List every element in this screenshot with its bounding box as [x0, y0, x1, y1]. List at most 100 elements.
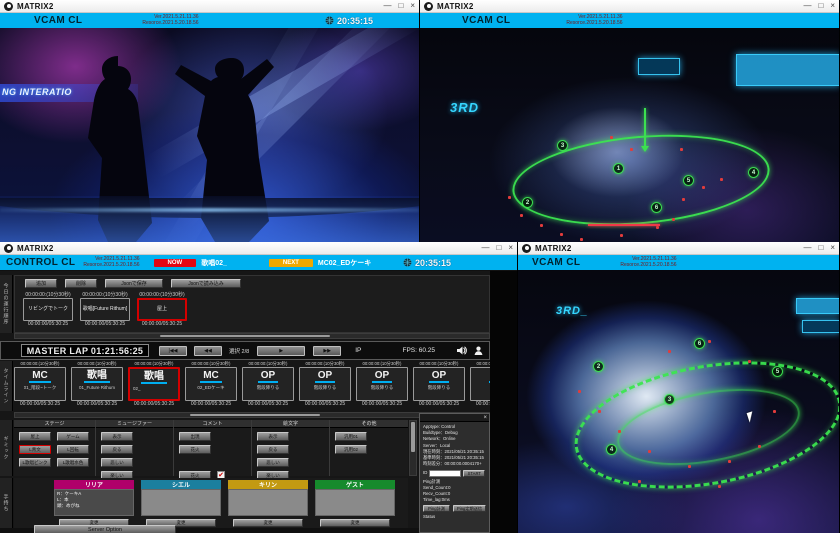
timeline-item-button[interactable]: C	[470, 367, 490, 401]
titlebar[interactable]: MATRIX2 — □ ×	[420, 0, 839, 13]
timeline-side-label: タイムライン	[0, 361, 13, 411]
maximize-button[interactable]: □	[496, 244, 501, 252]
gimmick-button-active[interactable]: L青文	[19, 445, 51, 454]
gimmick-button[interactable]: L歌唱ピンク	[19, 458, 51, 467]
schedule-load-json-button[interactable]: Jsonで読み込み	[171, 279, 241, 288]
app-logo-icon	[522, 244, 531, 253]
user-icon[interactable]	[474, 346, 483, 355]
close-button[interactable]: ×	[410, 2, 415, 10]
info-panel-titlebar[interactable]: ×	[420, 414, 489, 422]
gimmick-button[interactable]: ゲーム	[57, 432, 89, 441]
titlebar[interactable]: MATRIX2 — □ ×	[0, 242, 517, 255]
timeline-item-button[interactable]: MC01_階段~トーク	[14, 367, 66, 401]
gimmick-button[interactable]: 屋上	[19, 432, 51, 441]
gimmick-button[interactable]: L回転	[57, 445, 89, 454]
close-button[interactable]: ×	[830, 2, 835, 10]
minimize-button[interactable]: —	[803, 2, 811, 10]
maximize-button[interactable]: □	[398, 2, 403, 10]
waypoint-marker[interactable]: 2	[593, 361, 604, 372]
stage-screen-text: 3RD	[450, 100, 479, 115]
window-title: MATRIX2	[535, 244, 572, 253]
stage-screen-panel	[638, 58, 680, 75]
timeline-item-button[interactable]: OP階段降りる	[299, 367, 351, 401]
transport-prev-button[interactable]: ◀◀	[194, 346, 222, 356]
master-transport-bar: MASTER LAP 01:21:56:25 |◀◀ ◀◀ 選択 2/8 ▶ ▶…	[0, 341, 490, 360]
timeline-item-button[interactable]: MC02_EDケーキ	[185, 367, 237, 401]
id-input[interactable]	[429, 470, 461, 477]
schedule-add-button[interactable]: 追加	[25, 279, 57, 288]
stage-screen-panel	[796, 298, 839, 314]
waypoint-marker[interactable]: 1	[613, 163, 624, 174]
transport-play-button[interactable]: ▶	[257, 346, 305, 356]
transport-next-button[interactable]: ▶▶	[313, 346, 341, 356]
close-icon[interactable]: ×	[483, 415, 487, 421]
gimmick-button[interactable]: 戻る	[101, 445, 133, 454]
minimize-button[interactable]: —	[383, 2, 391, 10]
schedule-item-button[interactable]: 歌唱[Future Rithum]	[80, 298, 130, 321]
schedule-item-button[interactable]: 屋上	[137, 298, 187, 321]
app-header: CONTROL CL Ver.2021.5.21.11.36Resorce.20…	[0, 255, 517, 270]
waypoint-marker[interactable]: 4	[748, 167, 759, 178]
gimmick-button[interactable]: 表示	[257, 432, 289, 441]
minimize-button[interactable]: —	[803, 244, 811, 252]
stage-viewport-overhead[interactable]: 3RD 1 2 3 4 5 6	[420, 28, 839, 242]
next-label: MC02_EDケーキ	[318, 258, 371, 268]
close-button[interactable]: ×	[508, 244, 513, 252]
timeline-item-button[interactable]: 歌唱02_	[128, 367, 180, 401]
gimmick-button[interactable]: L歌唱水色	[57, 458, 89, 467]
maximize-button[interactable]: □	[818, 244, 823, 252]
waypoint-marker[interactable]: 3	[557, 140, 568, 151]
gimmick-button[interactable]: 花火	[179, 445, 211, 454]
path-arrow-head	[641, 146, 649, 152]
timeline-item-button[interactable]: OP階段降りる	[242, 367, 294, 401]
ping-measure-button[interactable]: Ping計測	[423, 505, 450, 512]
change-button[interactable]: 変更	[320, 519, 390, 527]
maximize-button[interactable]: □	[818, 2, 823, 10]
stage-viewport-close[interactable]: 3RD_ 2 3 4 5 6	[518, 270, 839, 533]
waypoint-marker[interactable]: 5	[772, 366, 783, 377]
spacer	[179, 458, 211, 467]
gimmick-button[interactable]: 汎用02	[335, 445, 367, 454]
waypoint-marker[interactable]: 6	[651, 202, 662, 213]
gimmick-button[interactable]: 悲しい	[101, 458, 133, 467]
stage-screen-text: 3RD_	[556, 305, 588, 317]
waypoint-marker[interactable]: 3	[664, 394, 675, 405]
gimmick-scrollbar[interactable]	[409, 420, 417, 476]
gimmick-button[interactable]: 戻る	[257, 445, 289, 454]
character-items	[315, 489, 395, 516]
speaker-icon[interactable]	[457, 346, 467, 355]
timeline-item-button[interactable]: OP階段降りる	[413, 367, 465, 401]
transport-first-button[interactable]: |◀◀	[159, 346, 187, 356]
minimize-button[interactable]: —	[481, 244, 489, 252]
close-button[interactable]: ×	[830, 244, 835, 252]
waypoint-marker[interactable]: 2	[522, 197, 533, 208]
status-label: Status	[423, 514, 486, 520]
waypoint-marker[interactable]: 6	[694, 338, 705, 349]
stage-viewport-main[interactable]: NG INTERATIO	[0, 28, 419, 242]
schedule-delete-button[interactable]: 削除	[65, 279, 97, 288]
schedule-item: 00:00:00:(10分30秒) 歌唱[Future Rithum] 00:0…	[80, 291, 130, 327]
gimmick-button[interactable]: 悲しい	[257, 458, 289, 467]
titlebar[interactable]: MATRIX2 — □ ×	[518, 242, 839, 255]
start-button[interactable]: START	[463, 470, 485, 477]
network-info-panel: × Apptype: Control Buildtype：Debug Netwo…	[419, 413, 490, 533]
character-name: リリア	[54, 480, 134, 489]
schedule-item-button[interactable]: リビングでトーク	[23, 298, 73, 321]
timeline-item-button[interactable]: 歌唱01_Future Rithum	[71, 367, 123, 401]
characters-side-label: 手持ち	[0, 478, 13, 528]
change-button[interactable]: 変更	[233, 519, 303, 527]
schedule-save-json-button[interactable]: Jsonで保存	[105, 279, 163, 288]
ping-periodic-button[interactable]: Ping定期送信	[453, 505, 486, 512]
waypoint-marker[interactable]: 5	[683, 175, 694, 186]
schedule-scrollbar[interactable]	[14, 333, 490, 339]
timeline-item-button[interactable]: OP階段降りる	[356, 367, 408, 401]
window-vcam-main: MATRIX2 — □ × VCAM CL Ver.2021.5.21.11.3…	[0, 0, 420, 242]
server-option-button[interactable]: Server Option	[34, 525, 176, 533]
gimmick-button[interactable]: 汎用01	[335, 432, 367, 441]
gimmick-column-emoji: 絵文字 表示 戻る 悲しい 楽しい	[252, 420, 330, 476]
titlebar[interactable]: MATRIX2 — □ ×	[0, 0, 419, 13]
waypoint-marker[interactable]: 4	[606, 444, 617, 455]
schedule-item: 00:00:00:(10分30秒) リビングでトーク 00:00:00/05:3…	[23, 291, 73, 327]
gimmick-button[interactable]: 表示	[101, 432, 133, 441]
gimmick-button[interactable]: 出現	[179, 432, 211, 441]
